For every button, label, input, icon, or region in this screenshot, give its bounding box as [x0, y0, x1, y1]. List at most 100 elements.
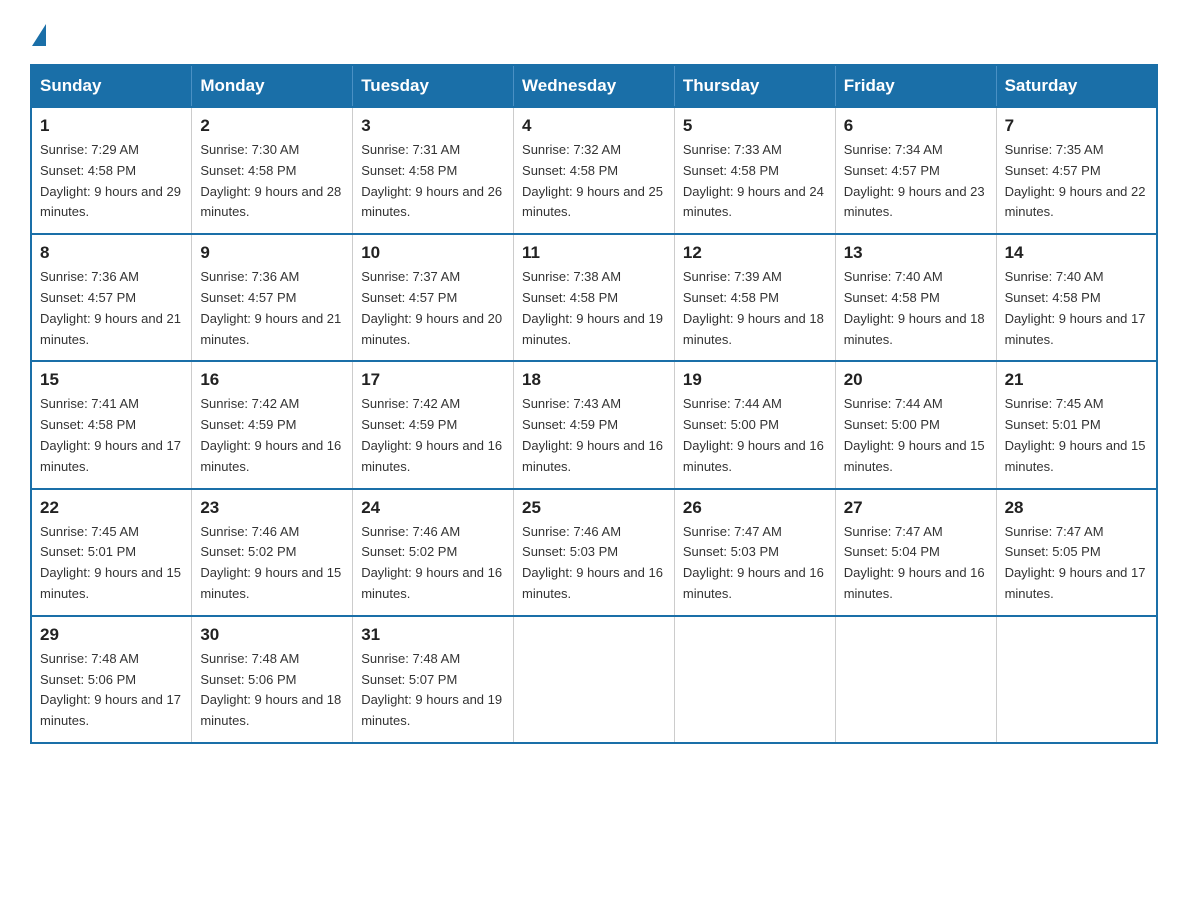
logo	[30, 20, 46, 46]
day-info: Sunrise: 7:33 AM Sunset: 4:58 PM Dayligh…	[683, 140, 827, 223]
day-number: 7	[1005, 116, 1148, 136]
day-number: 25	[522, 498, 666, 518]
day-number: 20	[844, 370, 988, 390]
day-info: Sunrise: 7:44 AM Sunset: 5:00 PM Dayligh…	[844, 394, 988, 477]
day-info: Sunrise: 7:46 AM Sunset: 5:02 PM Dayligh…	[361, 522, 505, 605]
calendar-cell: 29 Sunrise: 7:48 AM Sunset: 5:06 PM Dayl…	[31, 616, 192, 743]
day-number: 8	[40, 243, 183, 263]
calendar-cell	[835, 616, 996, 743]
calendar-cell: 27 Sunrise: 7:47 AM Sunset: 5:04 PM Dayl…	[835, 489, 996, 616]
calendar-cell: 5 Sunrise: 7:33 AM Sunset: 4:58 PM Dayli…	[674, 107, 835, 234]
calendar-cell: 1 Sunrise: 7:29 AM Sunset: 4:58 PM Dayli…	[31, 107, 192, 234]
day-number: 4	[522, 116, 666, 136]
calendar-cell: 19 Sunrise: 7:44 AM Sunset: 5:00 PM Dayl…	[674, 361, 835, 488]
calendar-week-row: 8 Sunrise: 7:36 AM Sunset: 4:57 PM Dayli…	[31, 234, 1157, 361]
day-number: 19	[683, 370, 827, 390]
calendar-cell: 3 Sunrise: 7:31 AM Sunset: 4:58 PM Dayli…	[353, 107, 514, 234]
day-number: 21	[1005, 370, 1148, 390]
calendar-cell: 25 Sunrise: 7:46 AM Sunset: 5:03 PM Dayl…	[514, 489, 675, 616]
day-number: 13	[844, 243, 988, 263]
calendar-cell: 4 Sunrise: 7:32 AM Sunset: 4:58 PM Dayli…	[514, 107, 675, 234]
weekday-header-friday: Friday	[835, 65, 996, 107]
day-info: Sunrise: 7:37 AM Sunset: 4:57 PM Dayligh…	[361, 267, 505, 350]
day-number: 29	[40, 625, 183, 645]
day-number: 22	[40, 498, 183, 518]
day-number: 15	[40, 370, 183, 390]
day-info: Sunrise: 7:46 AM Sunset: 5:03 PM Dayligh…	[522, 522, 666, 605]
day-info: Sunrise: 7:40 AM Sunset: 4:58 PM Dayligh…	[1005, 267, 1148, 350]
weekday-header-sunday: Sunday	[31, 65, 192, 107]
calendar-cell: 15 Sunrise: 7:41 AM Sunset: 4:58 PM Dayl…	[31, 361, 192, 488]
calendar-cell: 13 Sunrise: 7:40 AM Sunset: 4:58 PM Dayl…	[835, 234, 996, 361]
calendar-cell: 24 Sunrise: 7:46 AM Sunset: 5:02 PM Dayl…	[353, 489, 514, 616]
day-info: Sunrise: 7:47 AM Sunset: 5:04 PM Dayligh…	[844, 522, 988, 605]
day-info: Sunrise: 7:48 AM Sunset: 5:07 PM Dayligh…	[361, 649, 505, 732]
calendar-cell	[996, 616, 1157, 743]
calendar-cell: 8 Sunrise: 7:36 AM Sunset: 4:57 PM Dayli…	[31, 234, 192, 361]
day-info: Sunrise: 7:31 AM Sunset: 4:58 PM Dayligh…	[361, 140, 505, 223]
day-number: 18	[522, 370, 666, 390]
day-number: 30	[200, 625, 344, 645]
calendar-cell: 17 Sunrise: 7:42 AM Sunset: 4:59 PM Dayl…	[353, 361, 514, 488]
day-number: 12	[683, 243, 827, 263]
day-info: Sunrise: 7:32 AM Sunset: 4:58 PM Dayligh…	[522, 140, 666, 223]
calendar-header-row: SundayMondayTuesdayWednesdayThursdayFrid…	[31, 65, 1157, 107]
logo-triangle-icon	[32, 24, 46, 46]
day-number: 9	[200, 243, 344, 263]
day-info: Sunrise: 7:45 AM Sunset: 5:01 PM Dayligh…	[1005, 394, 1148, 477]
day-number: 16	[200, 370, 344, 390]
day-info: Sunrise: 7:43 AM Sunset: 4:59 PM Dayligh…	[522, 394, 666, 477]
day-info: Sunrise: 7:44 AM Sunset: 5:00 PM Dayligh…	[683, 394, 827, 477]
calendar-cell: 23 Sunrise: 7:46 AM Sunset: 5:02 PM Dayl…	[192, 489, 353, 616]
weekday-header-saturday: Saturday	[996, 65, 1157, 107]
calendar-week-row: 29 Sunrise: 7:48 AM Sunset: 5:06 PM Dayl…	[31, 616, 1157, 743]
calendar-cell: 20 Sunrise: 7:44 AM Sunset: 5:00 PM Dayl…	[835, 361, 996, 488]
calendar-cell: 16 Sunrise: 7:42 AM Sunset: 4:59 PM Dayl…	[192, 361, 353, 488]
day-info: Sunrise: 7:34 AM Sunset: 4:57 PM Dayligh…	[844, 140, 988, 223]
day-info: Sunrise: 7:47 AM Sunset: 5:05 PM Dayligh…	[1005, 522, 1148, 605]
calendar-cell: 30 Sunrise: 7:48 AM Sunset: 5:06 PM Dayl…	[192, 616, 353, 743]
day-number: 26	[683, 498, 827, 518]
calendar-cell	[514, 616, 675, 743]
day-number: 6	[844, 116, 988, 136]
day-info: Sunrise: 7:39 AM Sunset: 4:58 PM Dayligh…	[683, 267, 827, 350]
day-number: 28	[1005, 498, 1148, 518]
day-info: Sunrise: 7:29 AM Sunset: 4:58 PM Dayligh…	[40, 140, 183, 223]
calendar-cell: 11 Sunrise: 7:38 AM Sunset: 4:58 PM Dayl…	[514, 234, 675, 361]
day-number: 17	[361, 370, 505, 390]
calendar-cell: 12 Sunrise: 7:39 AM Sunset: 4:58 PM Dayl…	[674, 234, 835, 361]
day-number: 3	[361, 116, 505, 136]
day-info: Sunrise: 7:48 AM Sunset: 5:06 PM Dayligh…	[200, 649, 344, 732]
calendar-cell: 14 Sunrise: 7:40 AM Sunset: 4:58 PM Dayl…	[996, 234, 1157, 361]
calendar-week-row: 22 Sunrise: 7:45 AM Sunset: 5:01 PM Dayl…	[31, 489, 1157, 616]
day-number: 11	[522, 243, 666, 263]
day-number: 31	[361, 625, 505, 645]
day-number: 2	[200, 116, 344, 136]
day-info: Sunrise: 7:45 AM Sunset: 5:01 PM Dayligh…	[40, 522, 183, 605]
day-info: Sunrise: 7:48 AM Sunset: 5:06 PM Dayligh…	[40, 649, 183, 732]
weekday-header-tuesday: Tuesday	[353, 65, 514, 107]
day-number: 10	[361, 243, 505, 263]
calendar-cell: 31 Sunrise: 7:48 AM Sunset: 5:07 PM Dayl…	[353, 616, 514, 743]
day-number: 1	[40, 116, 183, 136]
calendar-week-row: 1 Sunrise: 7:29 AM Sunset: 4:58 PM Dayli…	[31, 107, 1157, 234]
day-number: 14	[1005, 243, 1148, 263]
calendar-cell: 22 Sunrise: 7:45 AM Sunset: 5:01 PM Dayl…	[31, 489, 192, 616]
day-info: Sunrise: 7:36 AM Sunset: 4:57 PM Dayligh…	[40, 267, 183, 350]
calendar-cell: 2 Sunrise: 7:30 AM Sunset: 4:58 PM Dayli…	[192, 107, 353, 234]
calendar-cell: 10 Sunrise: 7:37 AM Sunset: 4:57 PM Dayl…	[353, 234, 514, 361]
day-info: Sunrise: 7:42 AM Sunset: 4:59 PM Dayligh…	[361, 394, 505, 477]
calendar-table: SundayMondayTuesdayWednesdayThursdayFrid…	[30, 64, 1158, 744]
day-info: Sunrise: 7:30 AM Sunset: 4:58 PM Dayligh…	[200, 140, 344, 223]
day-number: 27	[844, 498, 988, 518]
day-info: Sunrise: 7:46 AM Sunset: 5:02 PM Dayligh…	[200, 522, 344, 605]
calendar-cell: 9 Sunrise: 7:36 AM Sunset: 4:57 PM Dayli…	[192, 234, 353, 361]
day-info: Sunrise: 7:38 AM Sunset: 4:58 PM Dayligh…	[522, 267, 666, 350]
calendar-cell: 6 Sunrise: 7:34 AM Sunset: 4:57 PM Dayli…	[835, 107, 996, 234]
day-info: Sunrise: 7:42 AM Sunset: 4:59 PM Dayligh…	[200, 394, 344, 477]
calendar-cell: 26 Sunrise: 7:47 AM Sunset: 5:03 PM Dayl…	[674, 489, 835, 616]
day-info: Sunrise: 7:47 AM Sunset: 5:03 PM Dayligh…	[683, 522, 827, 605]
day-number: 23	[200, 498, 344, 518]
day-info: Sunrise: 7:35 AM Sunset: 4:57 PM Dayligh…	[1005, 140, 1148, 223]
day-info: Sunrise: 7:40 AM Sunset: 4:58 PM Dayligh…	[844, 267, 988, 350]
